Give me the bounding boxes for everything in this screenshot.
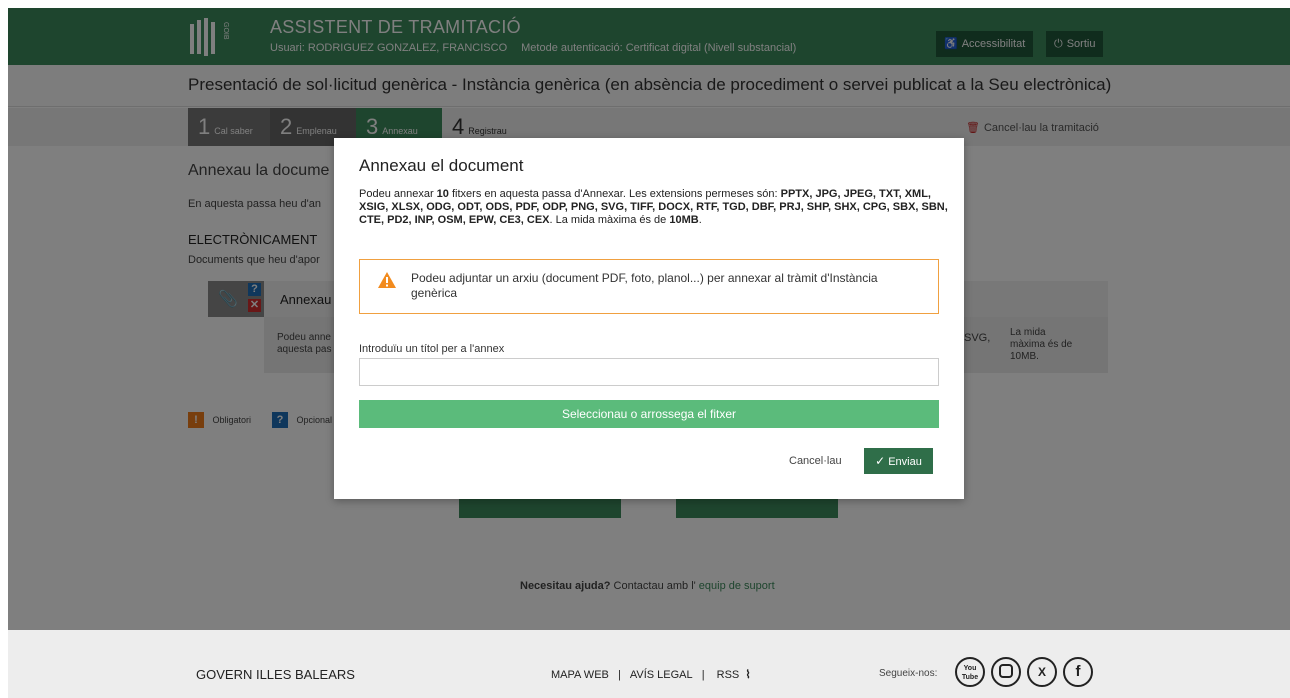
intro-part-4: .	[698, 214, 702, 226]
send-label: Enviau	[888, 456, 922, 468]
rss-icon: ⌇	[745, 669, 751, 681]
cancel-button[interactable]: Cancel·lau	[789, 455, 842, 467]
instagram-icon[interactable]	[991, 657, 1021, 687]
govern-name: GOVERN ILLES BALEARS	[196, 667, 355, 682]
separator: |	[701, 669, 705, 681]
intro-part-3: . La mida màxima és de	[549, 214, 670, 226]
intro-count: 10	[436, 188, 449, 200]
x-icon[interactable]: X	[1027, 657, 1057, 687]
youtube-icon[interactable]: You Tube	[955, 657, 985, 687]
separator: |	[617, 669, 621, 681]
dialog-title: Annexau el document	[359, 156, 524, 175]
warning-message: Podeu adjuntar un arxiu (document PDF, f…	[411, 271, 878, 300]
instagram-glyph	[999, 664, 1013, 679]
select-file-button[interactable]: Seleccionau o arrossega el fitxer	[359, 400, 939, 428]
x-text: X	[1037, 665, 1046, 679]
rss-label: RSS	[716, 669, 740, 681]
legal-link[interactable]: AVÍS LEGAL	[630, 669, 693, 681]
warning-icon	[378, 272, 396, 288]
rss-link[interactable]: RSS ⌇	[714, 669, 751, 681]
facebook-icon[interactable]: f	[1063, 657, 1093, 687]
dialog-intro: Podeu annexar 10 fitxers en aquesta pass…	[359, 188, 949, 227]
send-button[interactable]: ✓ Enviau	[864, 448, 933, 474]
annex-title-input[interactable]	[359, 358, 939, 386]
check-icon: ✓	[875, 454, 886, 468]
footer-links: MAPA WEB | AVÍS LEGAL | RSS ⌇	[548, 668, 754, 681]
facebook-text: f	[1075, 663, 1081, 680]
intro-part-1: Podeu annexar	[359, 188, 437, 200]
map-link[interactable]: MAPA WEB	[551, 669, 609, 681]
annex-title-label: Introduïu un títol per a l'annex	[359, 343, 505, 355]
follow-label: Segueix-nos:	[879, 668, 938, 679]
youtube-text: You Tube	[961, 665, 979, 681]
warning-box: Podeu adjuntar un arxiu (document PDF, f…	[359, 259, 939, 314]
intro-part-2: fitxers en aquesta passa d'Annexar. Les …	[448, 188, 781, 200]
footer: GOVERN ILLES BALEARS MAPA WEB | AVÍS LEG…	[8, 630, 1290, 698]
annex-dialog: Annexau el document Podeu annexar 10 fit…	[334, 138, 964, 499]
intro-size: 10MB	[669, 214, 699, 226]
